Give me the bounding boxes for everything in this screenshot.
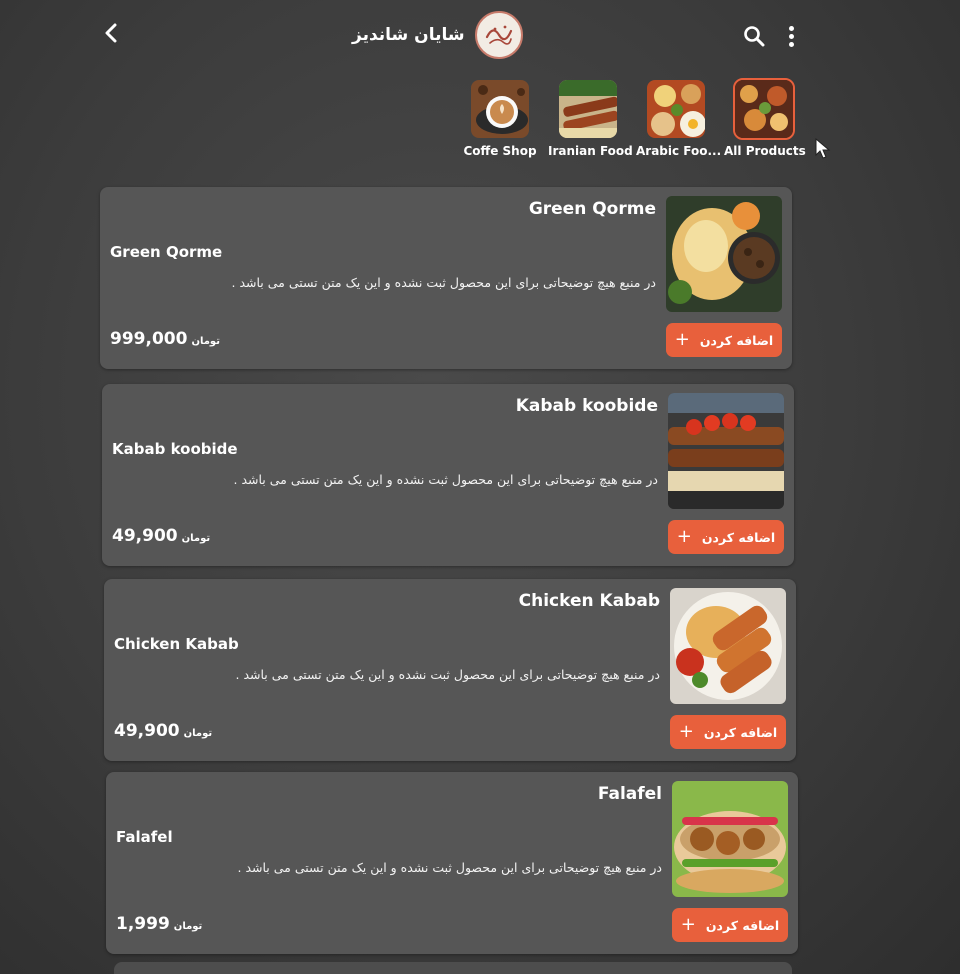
product-image [670, 588, 786, 704]
product-title: Kabab koobide [515, 396, 658, 416]
price-value: 49,900 [114, 721, 180, 741]
product-subtitle: Kabab koobide [112, 440, 238, 458]
product-image [666, 196, 782, 312]
category-label: Arabic Foo... [636, 144, 722, 158]
category-all-products[interactable]: All Products [724, 78, 806, 158]
product-card: Chicken Kabab Chicken Kabab در منبع هیچ … [104, 579, 796, 761]
plus-icon: + [678, 721, 694, 742]
product-description: در منبع هیچ توضیحاتی برای این محصول ثبت … [231, 275, 657, 290]
product-title: Chicken Kabab [518, 591, 660, 611]
price-currency: تومان [183, 728, 213, 739]
mouse-cursor-icon [815, 138, 831, 159]
chevron-left-icon [105, 23, 117, 43]
product-price: 1,999 تومان [116, 914, 202, 934]
store-header: شایان شاندیز [352, 10, 523, 60]
product-price: 49,900 تومان [114, 721, 212, 741]
product-card: Green Qorme Green Qorme در منبع هیچ توضی… [100, 187, 792, 369]
product-subtitle: Green Qorme [110, 243, 223, 261]
price-currency: تومان [173, 921, 203, 932]
category-thumb-iranian [557, 78, 619, 140]
product-description: در منبع هیچ توضیحاتی برای این محصول ثبت … [237, 860, 663, 875]
add-button-label: اضافه کردن [699, 332, 774, 348]
product-image [668, 393, 784, 509]
price-currency: تومان [191, 336, 220, 347]
menu-screen: شایان شاندیز Coffe Shop Iranian Food Ara… [0, 0, 960, 974]
search-button[interactable] [742, 24, 766, 48]
price-value: 999,000 [110, 329, 188, 349]
price-value: 1,999 [116, 914, 170, 934]
product-title: Falafel [597, 784, 662, 804]
category-coffee-shop[interactable]: Coffe Shop [460, 78, 540, 158]
add-button-label: اضافه کردن [705, 917, 780, 933]
more-vertical-icon[interactable] [784, 24, 798, 48]
add-to-cart-button[interactable]: اضافه کردن + [668, 520, 784, 554]
add-to-cart-button[interactable]: اضافه کردن + [670, 715, 786, 749]
category-thumb-coffee [469, 78, 531, 140]
add-to-cart-button[interactable]: اضافه کردن + [672, 908, 788, 942]
price-currency: تومان [181, 533, 211, 544]
store-name: شایان شاندیز [352, 25, 465, 45]
store-logo [474, 11, 523, 59]
category-label: Coffe Shop [463, 144, 537, 158]
plus-icon: + [674, 329, 690, 350]
price-value: 49,900 [112, 526, 178, 546]
category-label: Iranian Food [548, 144, 633, 158]
top-app-bar: شایان شاندیز [0, 0, 960, 70]
category-strip: Coffe Shop Iranian Food Arabic Foo... Al… [460, 78, 810, 168]
product-subtitle: Falafel [116, 828, 173, 846]
add-to-cart-button[interactable]: اضافه کردن + [666, 323, 782, 357]
product-image [672, 781, 788, 897]
category-thumb-arabic [645, 78, 707, 140]
add-button-label: اضافه کردن [703, 724, 778, 740]
category-label: All Products [724, 144, 806, 158]
product-description: در منبع هیچ توضیحاتی برای این محصول ثبت … [233, 472, 659, 487]
product-card-partial [114, 962, 792, 974]
product-price: 999,000 تومان [110, 329, 220, 349]
product-subtitle: Chicken Kabab [114, 635, 239, 653]
product-card: Falafel Falafel در منبع هیچ توضیحاتی برا… [106, 772, 798, 954]
category-thumb-all [733, 78, 795, 140]
back-button[interactable] [98, 20, 124, 46]
plus-icon: + [680, 914, 696, 935]
category-arabic-food[interactable]: Arabic Foo... [636, 78, 722, 158]
product-description: در منبع هیچ توضیحاتی برای این محصول ثبت … [235, 667, 661, 682]
product-title: Green Qorme [528, 199, 656, 219]
product-card: Kabab koobide Kabab koobide در منبع هیچ … [102, 384, 794, 566]
category-iranian-food[interactable]: Iranian Food [548, 78, 633, 158]
plus-icon: + [676, 526, 692, 547]
search-icon [744, 26, 765, 47]
add-button-label: اضافه کردن [701, 529, 776, 545]
product-price: 49,900 تومان [112, 526, 210, 546]
